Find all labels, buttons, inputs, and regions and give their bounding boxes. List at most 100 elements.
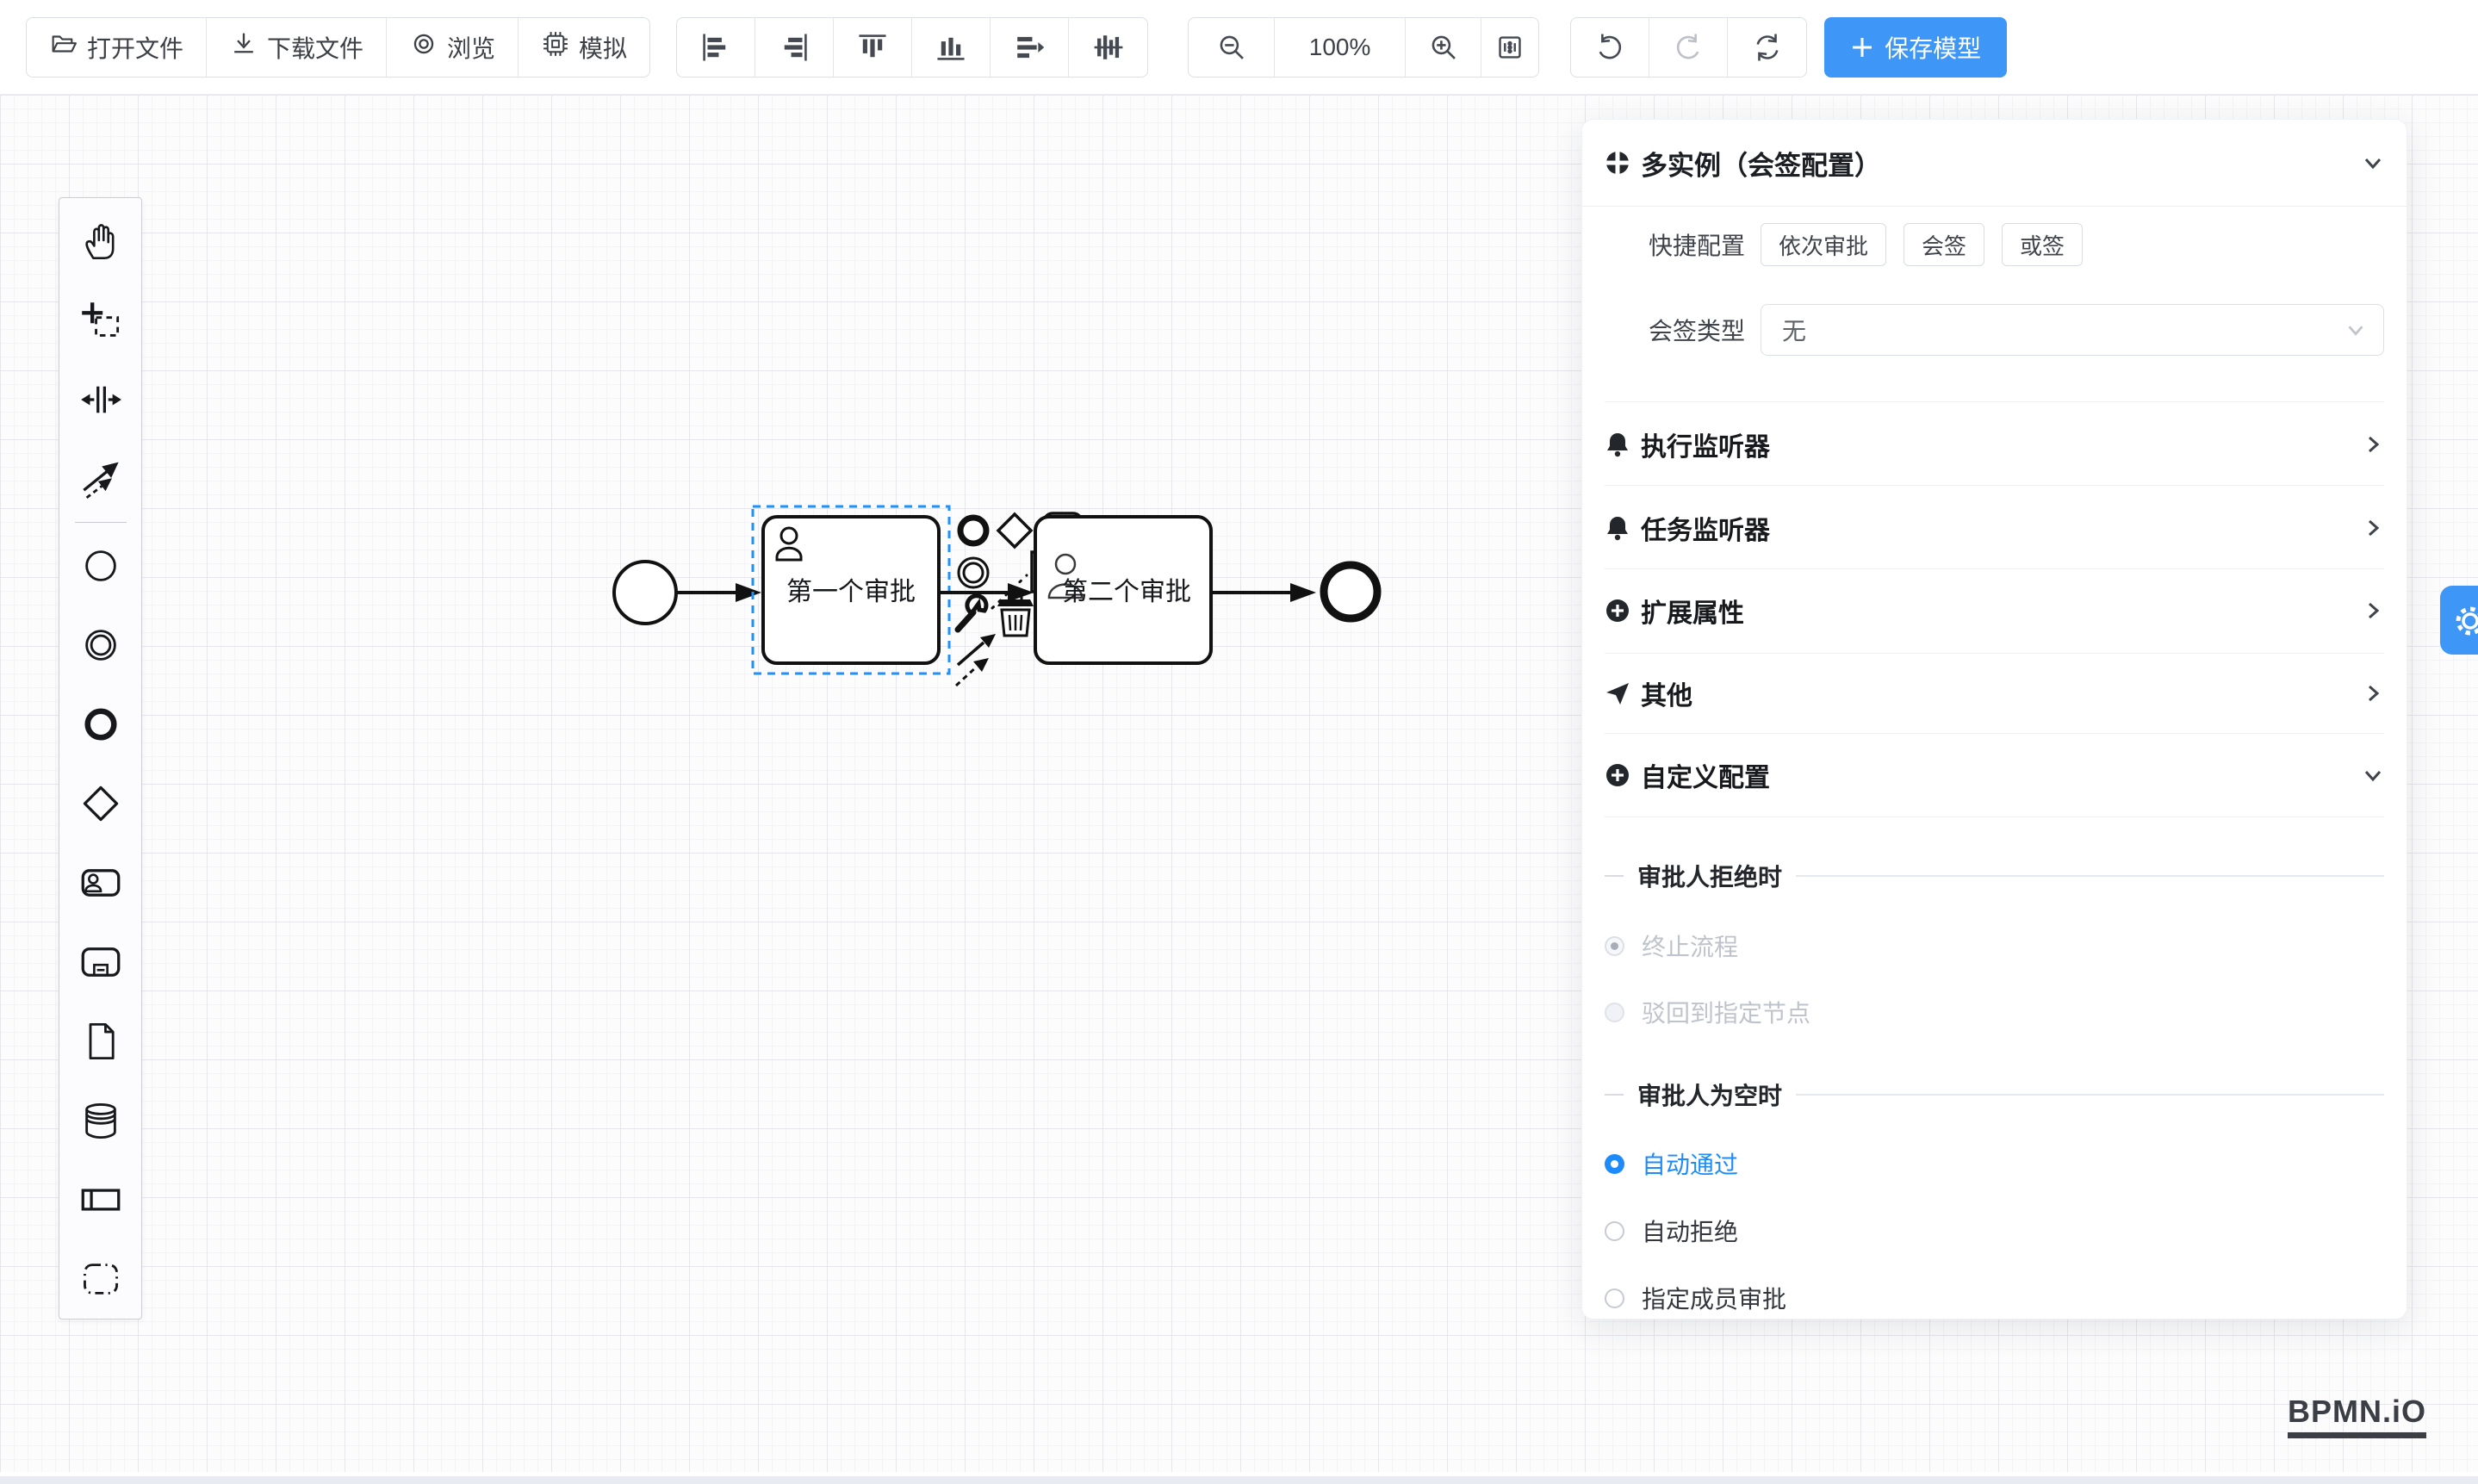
- create-start-event[interactable]: [59, 526, 141, 605]
- align-left-button[interactable]: [677, 18, 755, 77]
- create-data-object[interactable]: [59, 1002, 141, 1081]
- end-event[interactable]: [1324, 565, 1377, 618]
- multi-instance-header[interactable]: 多实例（会签配置）: [1605, 120, 2384, 206]
- distribute-vertical-button[interactable]: [1069, 18, 1147, 77]
- radio-button[interactable]: [1605, 1288, 1624, 1308]
- align-right-button[interactable]: [755, 18, 834, 77]
- quick-config-countersign-button[interactable]: 会签: [1904, 223, 1984, 266]
- radio-button[interactable]: [1605, 1221, 1624, 1241]
- plus-circle-icon: [1605, 762, 1630, 788]
- radio-button[interactable]: [1605, 1154, 1624, 1174]
- toolbar: 打开文件 下载文件 浏览 模拟: [0, 0, 2478, 95]
- radio-auto-reject[interactable]: 自动拒绝: [1605, 1218, 2384, 1244]
- lasso-icon: [80, 300, 121, 341]
- wrench-icon[interactable]: [958, 596, 986, 630]
- space-tool[interactable]: [59, 360, 141, 439]
- section-execution-listener[interactable]: 执行监听器: [1605, 404, 2384, 484]
- sign-type-select[interactable]: 无: [1761, 304, 2384, 356]
- distribute-horizontal-icon: [1013, 31, 1046, 64]
- empty-group-title: 审批人为空时: [1637, 1077, 1782, 1112]
- settings-tab[interactable]: [2440, 586, 2478, 655]
- create-subprocess[interactable]: [59, 922, 141, 1002]
- reset-button[interactable]: [1728, 18, 1806, 77]
- start-event[interactable]: [614, 562, 676, 624]
- create-participant[interactable]: [59, 1160, 141, 1239]
- create-gateway[interactable]: [59, 764, 141, 843]
- radio-assign-member[interactable]: 指定成员审批: [1605, 1285, 2384, 1311]
- plus-icon: [1850, 35, 1874, 59]
- empty-group-title-row: 审批人为空时: [1605, 1083, 2384, 1107]
- align-bottom-icon: [935, 31, 967, 64]
- hand-tool[interactable]: [59, 202, 141, 281]
- append-gateway-icon[interactable]: [998, 514, 1031, 547]
- connect-tool-icon[interactable]: [956, 634, 996, 686]
- start-event-icon: [80, 545, 121, 587]
- simulate-label: 模拟: [579, 30, 627, 65]
- bpmn-io-logo[interactable]: BPMN.iO: [2288, 1394, 2426, 1438]
- user-task-1[interactable]: 第一个审批: [763, 517, 939, 663]
- quick-config-orsign-button[interactable]: 或签: [2002, 223, 2083, 266]
- trash-icon[interactable]: [997, 595, 1034, 636]
- zoom-out-button[interactable]: [1189, 18, 1275, 77]
- align-left-icon: [699, 31, 732, 64]
- zoom-in-button[interactable]: [1406, 18, 1481, 77]
- chevron-down-icon[interactable]: [2362, 152, 2384, 174]
- align-top-button[interactable]: [834, 18, 912, 77]
- sequence-flow-1[interactable]: [677, 583, 761, 602]
- bell-icon: [1605, 515, 1630, 541]
- sequence-flow-3[interactable]: [1211, 583, 1316, 602]
- lasso-tool[interactable]: [59, 281, 141, 360]
- distribute-horizontal-button[interactable]: [991, 18, 1069, 77]
- multi-instance-icon: [1605, 150, 1630, 176]
- undo-button[interactable]: [1571, 18, 1649, 77]
- global-connect-tool[interactable]: [59, 439, 141, 518]
- section-task-listener[interactable]: 任务监听器: [1605, 487, 2384, 568]
- create-end-event[interactable]: [59, 685, 141, 764]
- radio-label: 自动拒绝: [1642, 1214, 1738, 1248]
- align-bottom-button[interactable]: [912, 18, 991, 77]
- create-group[interactable]: [59, 1239, 141, 1319]
- open-file-button[interactable]: 打开文件: [27, 18, 207, 77]
- fit-viewport-button[interactable]: [1481, 18, 1538, 77]
- save-model-button[interactable]: 保存模型: [1824, 17, 2007, 78]
- user-task-2[interactable]: 第二个审批: [1035, 517, 1211, 663]
- radio-auto-pass[interactable]: 自动通过: [1605, 1151, 2384, 1177]
- chevron-right-icon: [2362, 517, 2384, 539]
- zoom-group: 100%: [1188, 17, 1539, 78]
- redo-icon: [1672, 31, 1705, 64]
- data-object-icon: [80, 1021, 121, 1062]
- zoom-in-icon: [1427, 31, 1460, 64]
- reject-group-title: 审批人拒绝时: [1637, 859, 1782, 893]
- section-extension-properties[interactable]: 扩展属性: [1605, 571, 2384, 650]
- section-label: 执行监听器: [1641, 425, 1770, 463]
- chevron-right-icon: [2362, 682, 2384, 705]
- section-divider: [1605, 653, 2384, 654]
- fit-viewport-icon: [1494, 32, 1525, 63]
- zoom-level[interactable]: 100%: [1275, 18, 1406, 77]
- refresh-icon: [1751, 31, 1784, 64]
- chevron-right-icon: [2362, 599, 2384, 622]
- append-end-event-icon[interactable]: [960, 518, 986, 543]
- connect-icon: [80, 458, 121, 500]
- section-custom-config[interactable]: 自定义配置: [1605, 735, 2384, 816]
- user-task-icon: [80, 862, 121, 903]
- download-file-button[interactable]: 下载文件: [207, 18, 387, 77]
- section-label: 任务监听器: [1641, 509, 1770, 547]
- logo-text: BPMN.iO: [2288, 1394, 2426, 1430]
- radio-button: [1605, 936, 1624, 956]
- chip-icon: [541, 29, 570, 65]
- reject-group-title-row: 审批人拒绝时: [1605, 864, 2384, 888]
- create-intermediate-event[interactable]: [59, 605, 141, 685]
- preview-button[interactable]: 浏览: [387, 18, 519, 77]
- simulate-button[interactable]: 模拟: [519, 18, 649, 77]
- redo-button[interactable]: [1649, 18, 1728, 77]
- create-user-task[interactable]: [59, 843, 141, 922]
- space-tool-icon: [80, 379, 121, 420]
- radio-button: [1605, 1003, 1624, 1022]
- quick-config-sequential-button[interactable]: 依次审批: [1761, 223, 1886, 266]
- participant-icon: [80, 1179, 121, 1220]
- append-intermediate-event-icon[interactable]: [959, 558, 988, 587]
- create-data-store[interactable]: [59, 1081, 141, 1160]
- section-other[interactable]: 其他: [1605, 655, 2384, 732]
- radio-terminate-process: 终止流程: [1605, 933, 2384, 959]
